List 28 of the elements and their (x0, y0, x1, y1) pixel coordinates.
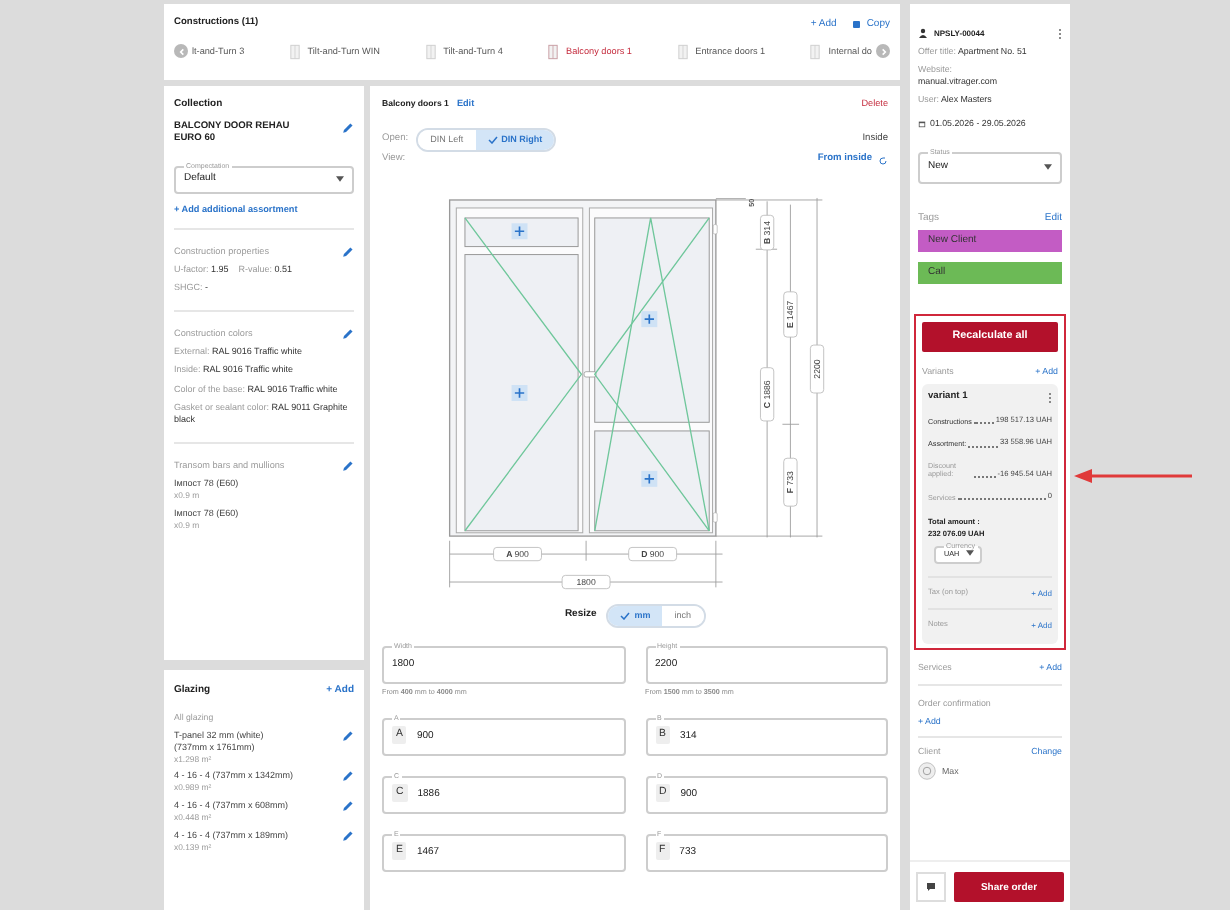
avatar-icon (918, 762, 936, 781)
pencil-icon[interactable] (342, 800, 354, 813)
door-icon (810, 43, 821, 60)
chevron-left-icon (177, 47, 185, 56)
chat-icon (926, 882, 936, 892)
caret-icon (1044, 163, 1052, 170)
door-icon (289, 43, 300, 60)
check-icon (487, 136, 498, 145)
door-icon (425, 43, 436, 60)
pointer-arrow (1074, 468, 1194, 484)
pencil-icon[interactable] (342, 729, 354, 742)
pencil-icon[interactable] (342, 121, 354, 134)
pencil-icon[interactable] (342, 459, 354, 472)
chevron-right-icon (879, 47, 887, 56)
check-icon (620, 611, 631, 620)
door-icon (548, 43, 559, 60)
rotate-icon (878, 155, 888, 166)
pencil-icon[interactable] (342, 829, 354, 842)
person-icon (918, 28, 928, 39)
pencil-icon[interactable] (342, 245, 354, 258)
door-icon (677, 43, 688, 60)
copy-icon (852, 19, 863, 30)
pencil-icon[interactable] (342, 328, 354, 341)
pencil-icon[interactable] (342, 770, 354, 783)
calendar-icon (918, 119, 926, 128)
caret-icon (336, 175, 344, 182)
caret-icon (965, 550, 974, 557)
chat-button[interactable] (916, 872, 946, 902)
